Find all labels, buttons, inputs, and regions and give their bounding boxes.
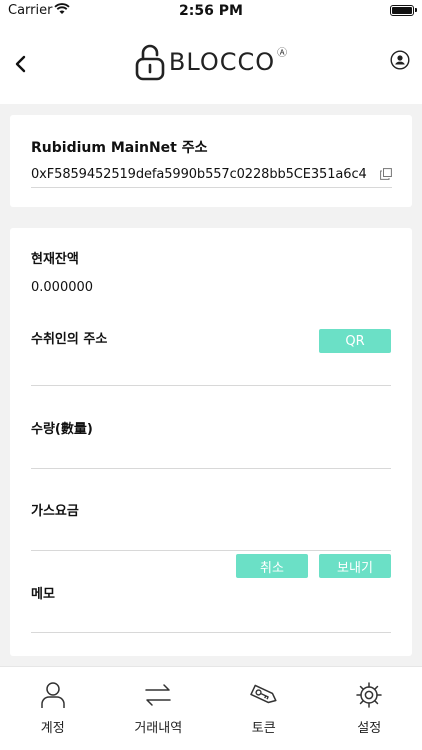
token-tag-icon <box>250 684 277 704</box>
tab-settings[interactable]: 설정 <box>317 667 422 750</box>
balance-label: 현재잔액 <box>31 252 79 267</box>
tab-token-label: 토큰 <box>251 721 276 736</box>
amount-input[interactable] <box>31 468 391 469</box>
gear-icon <box>356 682 382 708</box>
logo-text: BLOCCO <box>168 48 276 76</box>
battery-icon <box>390 5 417 16</box>
tab-account-label: 계정 <box>40 721 65 736</box>
gas-fee-input[interactable] <box>31 550 391 551</box>
address-underline <box>31 187 392 188</box>
tab-bar: 계정 거래내역 토큰 설정 <box>0 666 422 750</box>
profile-icon[interactable] <box>390 50 410 70</box>
memo-label: 메모 <box>31 587 55 602</box>
blocco-logo: BLOCCO Ⓐ <box>0 42 422 82</box>
tab-token[interactable]: 토큰 <box>211 667 317 750</box>
status-bar: Carrier 2:56 PM <box>0 0 422 22</box>
send-form-card: 현재잔액 0.000000 수취인의 주소 QR 수량(數量) 가스요금 취소 … <box>10 228 412 656</box>
memo-input[interactable] <box>31 632 391 633</box>
tab-settings-label: 설정 <box>357 721 382 736</box>
wallet-address: 0xF5859452519defa5990b557c0228bb5CE351a6… <box>31 167 367 182</box>
gas-fee-label: 가스요금 <box>31 504 79 519</box>
padlock-icon <box>135 44 165 81</box>
tab-account[interactable]: 계정 <box>0 667 106 750</box>
tab-transactions[interactable]: 거래내역 <box>106 667 212 750</box>
qr-button[interactable]: QR <box>319 329 391 353</box>
amount-label: 수량(數量) <box>31 422 93 437</box>
address-title: Rubidium MainNet 주소 <box>31 140 208 156</box>
logo-mark: Ⓐ <box>277 48 288 59</box>
cancel-button[interactable]: 취소 <box>236 554 308 578</box>
address-card: Rubidium MainNet 주소 0xF5859452519defa599… <box>10 115 412 207</box>
clock: 2:56 PM <box>179 3 243 19</box>
copy-icon[interactable] <box>380 168 392 180</box>
transfer-arrows-icon <box>145 684 171 706</box>
send-button[interactable]: 보내기 <box>319 554 391 578</box>
recipient-label: 수취인의 주소 <box>31 332 108 347</box>
nav-header: BLOCCO Ⓐ <box>0 22 422 104</box>
recipient-input[interactable] <box>31 385 391 386</box>
tab-transactions-label: 거래내역 <box>134 721 183 736</box>
balance-value: 0.000000 <box>31 280 94 295</box>
person-icon <box>41 682 65 708</box>
